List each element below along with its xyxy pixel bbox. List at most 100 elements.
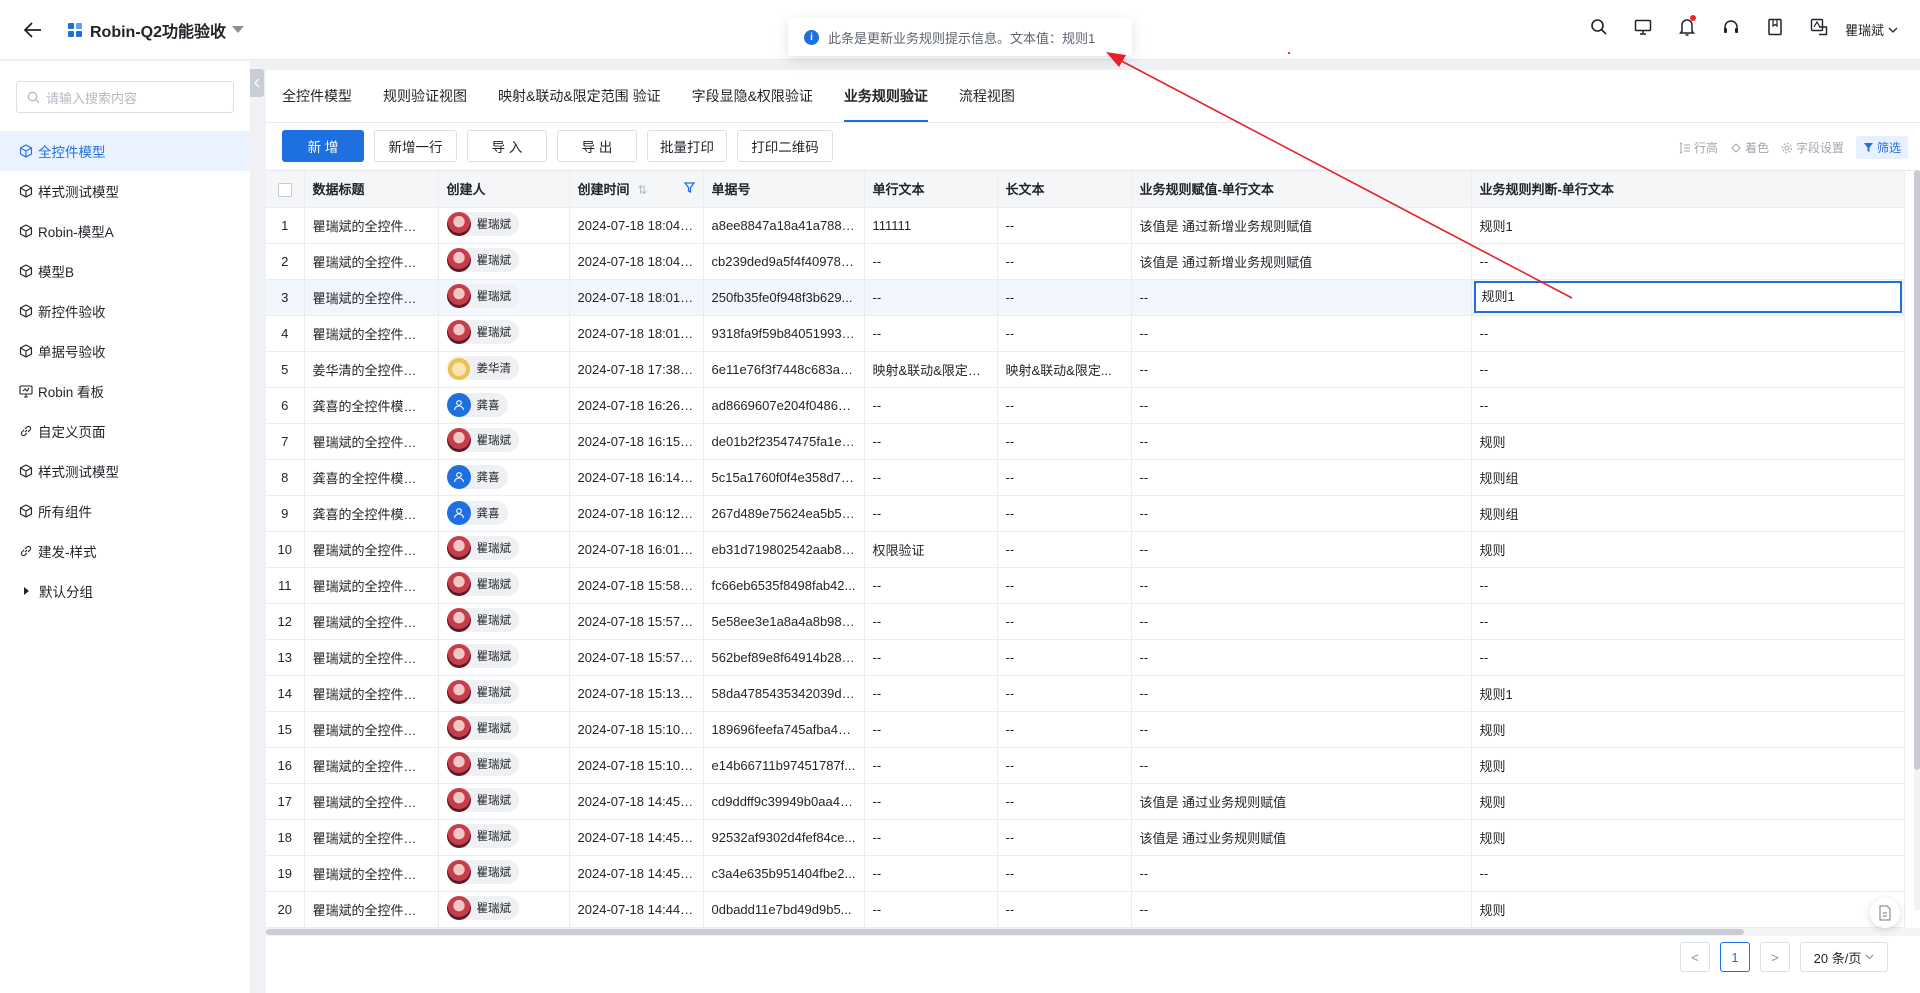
cell-rule-judge[interactable]: -- [1471, 567, 1905, 604]
cell-doc-number[interactable]: 562bef89e8f64914b283... [703, 639, 865, 676]
sidebar-item[interactable]: Robin 看板 [0, 371, 250, 411]
vertical-scrollbar[interactable] [1914, 170, 1920, 910]
cell-creator[interactable]: 瞿瑞斌 [438, 531, 570, 568]
cell-creator[interactable]: 瞿瑞斌 [438, 315, 570, 352]
cell-title[interactable]: 瞿瑞斌的全控件模型20... [304, 567, 439, 604]
sidebar-item[interactable]: 模型B [0, 251, 250, 291]
cell-creator[interactable]: 瞿瑞斌 [438, 855, 570, 892]
table-row[interactable]: 4瞿瑞斌的全控件模型20... 瞿瑞斌 2024-07-18 18:01:56931… [266, 315, 1905, 352]
creator-chip[interactable]: 瞿瑞斌 [446, 823, 519, 848]
cell-single-text[interactable]: -- [864, 891, 998, 928]
cell-doc-number[interactable]: 0dbadd11e7bd49d9b5... [703, 891, 865, 928]
sidebar-item[interactable]: 单据号验收 [0, 331, 250, 371]
document-icon[interactable] [1870, 898, 1900, 928]
cell-rule-assign[interactable]: -- [1131, 675, 1472, 712]
table-row[interactable]: 13瞿瑞斌的全控件模型20... 瞿瑞斌 2024-07-18 15:57:0756… [266, 639, 1905, 676]
user-menu[interactable]: 瞿瑞斌 [1845, 20, 1898, 39]
cell-long-text[interactable]: -- [997, 567, 1132, 604]
table-row[interactable]: 20瞿瑞斌的全控件模型20... 瞿瑞斌 2024-07-18 14:44:220d… [266, 891, 1905, 928]
row-index[interactable]: 9 [266, 495, 305, 532]
tab[interactable]: 映射&联动&限定范围 验证 [498, 70, 661, 122]
cell-created-time[interactable]: 2024-07-18 18:04:47 [569, 207, 704, 244]
cell-single-text[interactable]: -- [864, 783, 998, 820]
cell-title[interactable]: 瞿瑞斌的全控件模型20... [304, 675, 439, 712]
row-index[interactable]: 2 [266, 243, 305, 280]
cell-long-text[interactable]: -- [997, 711, 1132, 748]
table-row[interactable]: 9龚喜的全控件模型2024... 龚喜 2024-07-18 16:12:09267… [266, 495, 1905, 532]
next-page-button[interactable]: > [1760, 942, 1790, 972]
col-header-rule-assign[interactable]: 业务规则赋值-单行文本 [1131, 171, 1472, 208]
cell-title[interactable]: 瞿瑞斌的全控件模型20... [304, 423, 439, 460]
cell-created-time[interactable]: 2024-07-18 14:45:36 [569, 783, 704, 820]
cell-title[interactable]: 瞿瑞斌的全控件模型20... [304, 243, 439, 280]
cell-rule-assign[interactable]: -- [1131, 351, 1472, 388]
cell-title[interactable]: 姜华清的全控件模型20... [304, 351, 439, 388]
table-row[interactable]: 15瞿瑞斌的全控件模型20... 瞿瑞斌 2024-07-18 15:10:4018… [266, 711, 1905, 748]
cell-rule-assign[interactable]: -- [1131, 891, 1472, 928]
filter-tool[interactable]: 筛选 [1855, 136, 1908, 159]
cell-title[interactable]: 瞿瑞斌的全控件模型20... [304, 315, 439, 352]
cell-rule-judge[interactable]: 规则组 [1471, 459, 1905, 496]
cell-single-text[interactable]: -- [864, 603, 998, 640]
table-row[interactable]: 7瞿瑞斌的全控件模型20... 瞿瑞斌 2024-07-18 16:15:15de0… [266, 423, 1905, 460]
cell-created-time[interactable]: 2024-07-18 16:14:03 [569, 459, 704, 496]
row-index[interactable]: 18 [266, 819, 305, 856]
cell-title[interactable]: 瞿瑞斌的全控件模型20... [304, 603, 439, 640]
cell-title[interactable]: 瞿瑞斌的全控件模型20... [304, 783, 439, 820]
cell-rule-assign[interactable]: -- [1131, 315, 1472, 352]
select-all-checkbox[interactable] [266, 171, 305, 208]
cell-long-text[interactable]: -- [997, 531, 1132, 568]
cell-long-text[interactable]: -- [997, 783, 1132, 820]
cell-title[interactable]: 瞿瑞斌的全控件模型20... [304, 639, 439, 676]
row-index[interactable]: 14 [266, 675, 305, 712]
import-button[interactable]: 导 入 [467, 130, 547, 162]
app-title[interactable]: Robin-Q2功能验收 [90, 18, 226, 42]
cell-creator[interactable]: 瞿瑞斌 [438, 279, 570, 316]
row-index[interactable]: 20 [266, 891, 305, 928]
cell-rule-assign[interactable]: -- [1131, 423, 1472, 460]
row-index[interactable]: 6 [266, 387, 305, 424]
prev-page-button[interactable]: < [1680, 942, 1710, 972]
creator-chip[interactable]: 瞿瑞斌 [446, 643, 519, 668]
col-header-rule-judge[interactable]: 业务规则判断-单行文本 [1471, 171, 1905, 208]
cell-single-text[interactable]: -- [864, 315, 998, 352]
cell-single-text[interactable]: -- [864, 243, 998, 280]
cell-created-time[interactable]: 2024-07-18 15:13:24 [569, 675, 704, 712]
cell-single-text[interactable]: -- [864, 387, 998, 424]
cell-rule-judge[interactable]: 规则 [1471, 783, 1905, 820]
sidebar-item[interactable]: 自定义页面 [0, 411, 250, 451]
cell-single-text[interactable]: -- [864, 423, 998, 460]
cell-title[interactable]: 瞿瑞斌的全控件模型20... [304, 279, 439, 316]
page-1-button[interactable]: 1 [1720, 942, 1750, 972]
cell-created-time[interactable]: 2024-07-18 15:57:21 [569, 603, 704, 640]
cell-long-text[interactable]: -- [997, 387, 1132, 424]
row-index[interactable]: 13 [266, 639, 305, 676]
cell-rule-judge[interactable]: 规则1 [1471, 675, 1905, 712]
cell-creator[interactable]: 瞿瑞斌 [438, 711, 570, 748]
cell-rule-assign[interactable]: -- [1131, 747, 1472, 784]
table-row[interactable]: 11瞿瑞斌的全控件模型20... 瞿瑞斌 2024-07-18 15:58:15fc… [266, 567, 1905, 604]
book-icon[interactable] [1764, 16, 1786, 38]
cell-created-time[interactable]: 2024-07-18 14:45:09 [569, 855, 704, 892]
cell-rule-assign[interactable]: -- [1131, 279, 1472, 316]
cell-title[interactable]: 瞿瑞斌的全控件模型20... [304, 855, 439, 892]
creator-chip[interactable]: 姜华清 [446, 355, 519, 380]
cell-creator[interactable]: 瞿瑞斌 [438, 603, 570, 640]
cell-rule-assign[interactable]: -- [1131, 387, 1472, 424]
back-arrow-icon[interactable] [20, 17, 46, 43]
col-header-created-time[interactable]: 创建时间 ⇅ [569, 171, 704, 208]
field-settings-tool[interactable]: 字段设置 [1781, 139, 1844, 156]
row-index[interactable]: 7 [266, 423, 305, 460]
row-index[interactable]: 19 [266, 855, 305, 892]
creator-chip[interactable]: 瞿瑞斌 [446, 715, 519, 740]
creator-chip[interactable]: 龚喜 [446, 393, 508, 417]
monitor-icon[interactable] [1632, 16, 1654, 38]
tab[interactable]: 规则验证视图 [383, 70, 467, 122]
cell-rule-judge[interactable]: 规则 [1471, 711, 1905, 748]
print-qr-button[interactable]: 打印二维码 [737, 130, 833, 162]
cell-rule-judge[interactable]: 规则组 [1471, 495, 1905, 532]
sort-icon[interactable]: ⇅ [637, 183, 647, 197]
col-header-single-text[interactable]: 单行文本 [864, 171, 998, 208]
cell-rule-assign[interactable]: 该值是 通过新增业务规则赋值 [1131, 243, 1472, 280]
creator-chip[interactable]: 瞿瑞斌 [446, 211, 519, 236]
